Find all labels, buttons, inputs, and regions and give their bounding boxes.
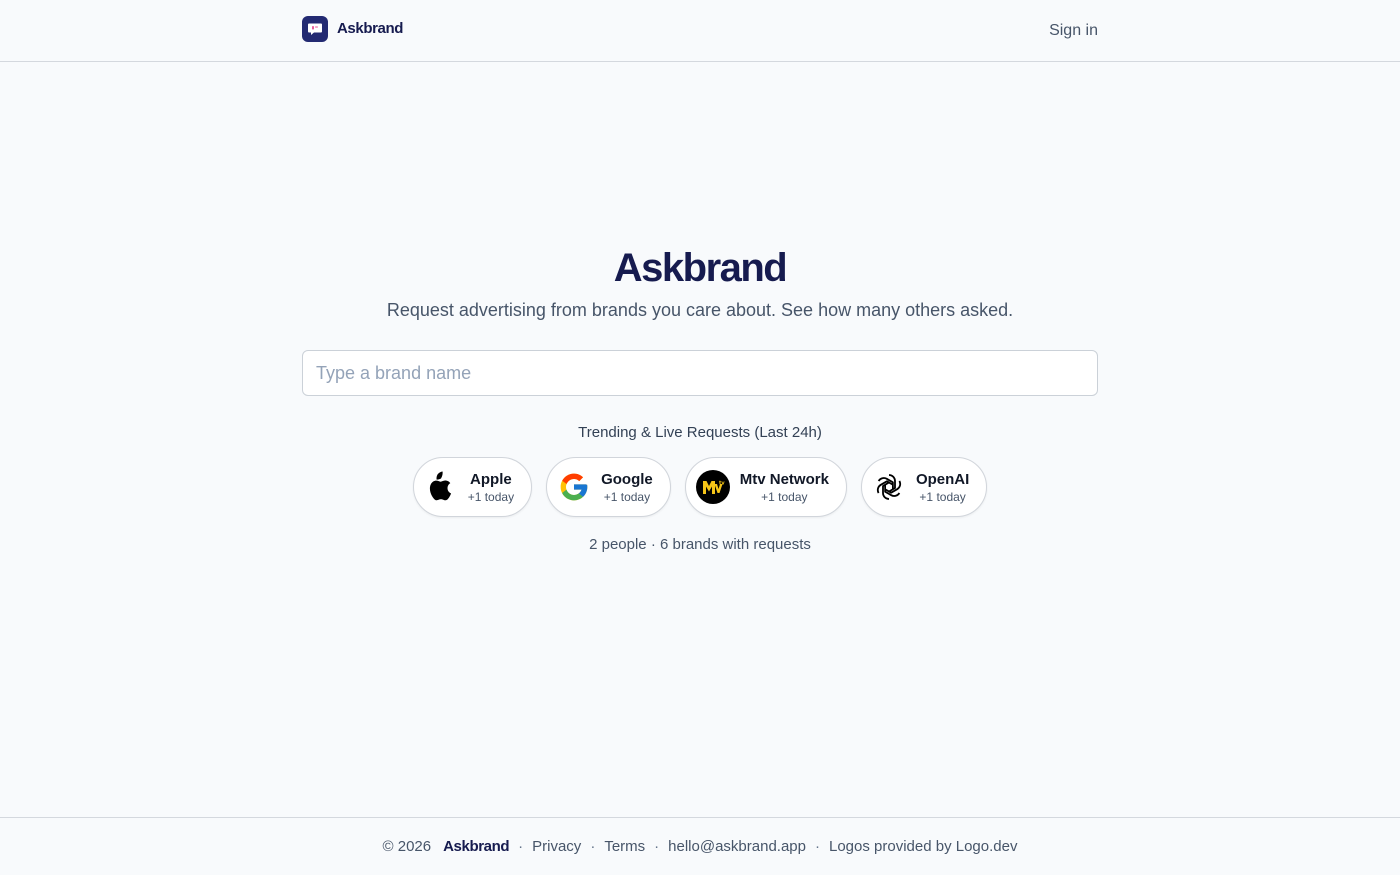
brand-name: Askbrand bbox=[337, 20, 403, 37]
page-subtitle: Request advertising from brands you care… bbox=[386, 300, 1014, 320]
openai-logo-icon bbox=[872, 470, 906, 504]
sign-in-link[interactable]: Sign in bbox=[1049, 22, 1098, 40]
mtv-logo-icon: tv bbox=[695, 470, 730, 504]
chip-text: Google +1 today bbox=[601, 470, 653, 505]
chip-text: OpenAI +1 today bbox=[916, 470, 969, 505]
footer-privacy-link[interactable]: Privacy bbox=[532, 838, 581, 855]
footer-separator: · bbox=[814, 838, 820, 855]
chip-name: Apple bbox=[470, 470, 512, 488]
top-nav-inner: Askbrand Sign in bbox=[302, 0, 1098, 61]
trending-heading: Trending & Live Requests (Last 24h) bbox=[578, 424, 822, 441]
trending-chip-mtv-network[interactable]: tv Mtv Network +1 today bbox=[684, 457, 847, 517]
chip-name: Google bbox=[601, 470, 653, 488]
footer-separator: · bbox=[654, 838, 660, 855]
footer-separator: · bbox=[590, 838, 596, 855]
request-stats: 2 people · 6 brands with requests bbox=[589, 536, 811, 553]
brand-search-input[interactable] bbox=[302, 350, 1098, 396]
chip-count: +1 today bbox=[467, 489, 515, 504]
askbrand-logo-icon bbox=[302, 15, 328, 42]
chip-text: Apple +1 today bbox=[468, 470, 514, 505]
chip-name: Mtv Network bbox=[739, 470, 829, 488]
brand-home-link[interactable]: Askbrand bbox=[302, 15, 403, 42]
footer: © 2026 Askbrand · Privacy · Terms · hell… bbox=[0, 817, 1400, 875]
chip-count: +1 today bbox=[919, 489, 966, 504]
trending-chip-google[interactable]: Google +1 today bbox=[546, 457, 671, 517]
footer-terms-link[interactable]: Terms bbox=[604, 838, 645, 855]
trending-chips: Apple +1 today Google +1 today tv Mtv Ne… bbox=[0, 457, 1400, 517]
trending-chip-apple[interactable]: Apple +1 today bbox=[412, 457, 533, 517]
trending-chip-openai[interactable]: OpenAI +1 today bbox=[860, 457, 988, 517]
svg-text:tv: tv bbox=[719, 481, 725, 487]
footer-logos-credit-link[interactable]: Logos provided by Logo.dev bbox=[829, 838, 1017, 855]
chip-text: Mtv Network +1 today bbox=[740, 470, 829, 505]
main-content: Askbrand Request advertising from brands… bbox=[0, 62, 1400, 817]
apple-logo-icon bbox=[424, 470, 458, 504]
footer-separator: · bbox=[518, 838, 524, 855]
chip-name: OpenAI bbox=[915, 470, 970, 488]
footer-email-link[interactable]: hello@askbrand.app bbox=[668, 838, 806, 855]
chip-count: +1 today bbox=[761, 489, 808, 504]
footer-copyright: © 2026 bbox=[382, 838, 432, 855]
page-title: Askbrand bbox=[613, 246, 788, 290]
footer-brand: Askbrand bbox=[443, 838, 510, 855]
google-logo-icon bbox=[557, 470, 591, 504]
chip-count: +1 today bbox=[603, 489, 651, 504]
top-nav: Askbrand Sign in bbox=[0, 0, 1400, 62]
